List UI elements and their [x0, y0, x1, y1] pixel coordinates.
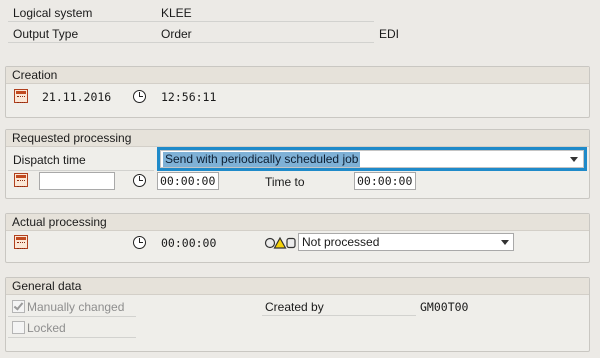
dispatch-time-selected-text: Send with periodically scheduled job [163, 152, 361, 167]
chevron-down-icon[interactable] [501, 240, 509, 245]
clock-icon [133, 174, 146, 187]
locked-checkbox[interactable] [12, 321, 25, 334]
logical-system-value: KLEE [161, 6, 192, 20]
time-to-label: Time to [265, 175, 305, 189]
actual-processing-title: Actual processing [6, 214, 589, 231]
actual-processing-time: 00:00:00 [161, 236, 217, 250]
requested-time-from-input[interactable]: 00:00:00 [157, 172, 219, 190]
locked-label: Locked [27, 321, 66, 335]
calendar-icon [14, 235, 28, 249]
clock-icon [133, 236, 146, 249]
chevron-down-icon[interactable] [570, 157, 578, 162]
calendar-icon [14, 173, 28, 187]
clock-icon [133, 90, 146, 103]
requested-processing-title: Requested processing [6, 130, 589, 147]
creation-time: 12:56:11 [161, 90, 217, 104]
manually-changed-line [8, 316, 136, 317]
dispatch-time-label: Dispatch time [13, 153, 86, 167]
dispatch-time-dropdown[interactable]: Send with periodically scheduled job [157, 147, 587, 171]
manually-changed-checkbox[interactable] [12, 300, 25, 313]
dispatch-time-label-line [8, 170, 154, 171]
output-medium-value: EDI [379, 27, 400, 41]
created-by-label: Created by [265, 300, 324, 314]
requested-date-input[interactable] [39, 172, 115, 190]
logical-system-label: Logical system [13, 6, 93, 20]
manually-changed-label: Manually changed [27, 300, 125, 314]
creation-title: Creation [6, 67, 589, 84]
creation-date: 21.11.2016 [42, 90, 112, 104]
created-by-value: GM00T00 [420, 300, 469, 314]
output-type-label: Output Type [13, 27, 79, 41]
traffic-light-icon [264, 236, 296, 249]
output-type-value: Order [161, 27, 192, 41]
processing-status-value: Not processed [302, 235, 380, 249]
requested-time-to-input[interactable]: 00:00:00 [354, 172, 416, 190]
output-type-row: Output Type Order [8, 25, 374, 43]
general-data-title: General data [6, 278, 589, 295]
calendar-icon [14, 89, 28, 103]
checkmark-icon [13, 300, 24, 311]
locked-line [8, 337, 136, 338]
processing-status-dropdown[interactable]: Not processed [298, 233, 514, 251]
created-by-line [262, 315, 416, 316]
logical-system-row: Logical system KLEE [8, 4, 374, 22]
